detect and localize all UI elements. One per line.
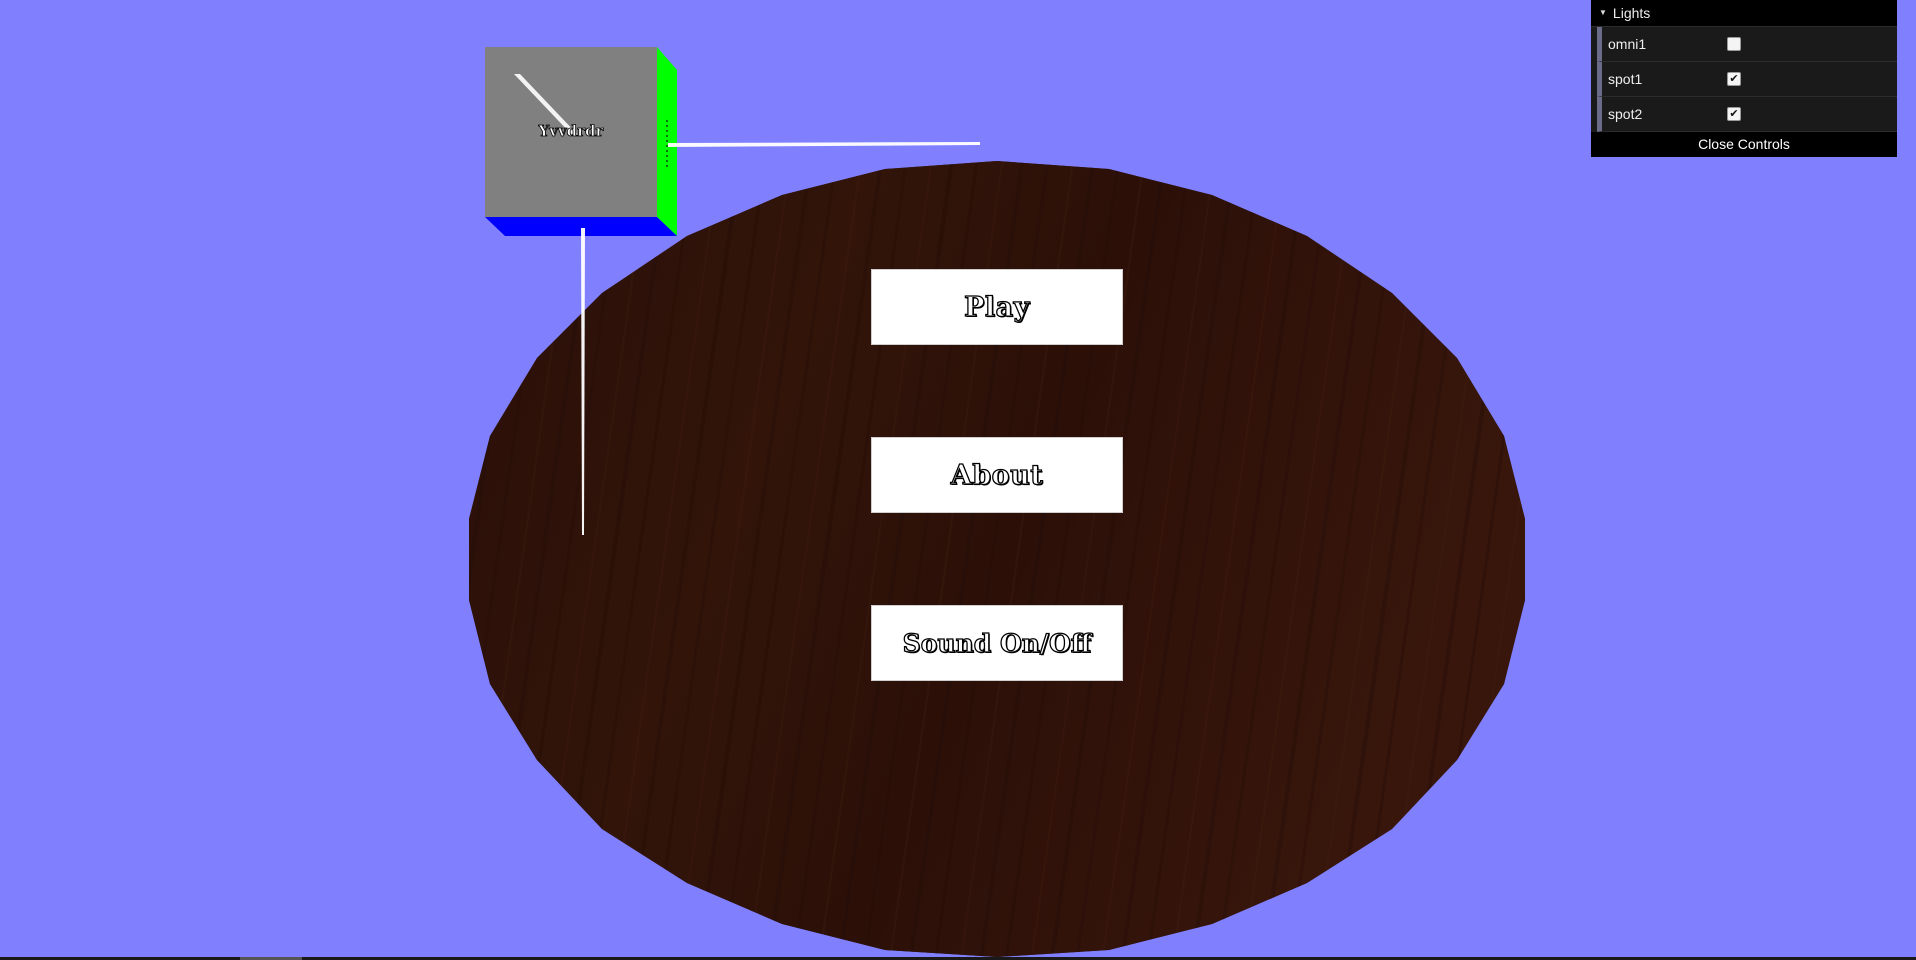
light-label: spot1: [1608, 71, 1643, 87]
sound-toggle-button[interactable]: Sound On/Off: [871, 605, 1123, 681]
gray-cube[interactable]: [485, 47, 677, 236]
sound-toggle-button-label: Sound On/Off: [902, 628, 1092, 658]
light-label: spot2: [1608, 106, 1643, 122]
play-button[interactable]: Play: [871, 269, 1123, 345]
cube-bottom-face: [485, 217, 677, 236]
light-row-spot2: spot2 ✔: [1597, 97, 1897, 132]
spot1-light-beam: [668, 142, 980, 147]
play-button-label: Play: [963, 291, 1030, 323]
spot1-checkbox[interactable]: ✔: [1727, 72, 1741, 86]
lights-folder-toggle[interactable]: ▼ Lights: [1591, 0, 1897, 27]
omni1-checkbox[interactable]: [1727, 37, 1741, 51]
light-row-omni1: omni1: [1597, 27, 1897, 62]
light-row-spot1: spot1 ✔: [1597, 62, 1897, 97]
spot2-checkbox[interactable]: ✔: [1727, 107, 1741, 121]
lights-folder-title: Lights: [1612, 5, 1651, 21]
about-button-label: About: [950, 459, 1044, 491]
triangle-down-icon: ▼: [1599, 8, 1607, 17]
cube-label: Yvvdrdr: [538, 122, 604, 141]
about-button[interactable]: About: [871, 437, 1123, 513]
close-controls-button[interactable]: Close Controls: [1591, 132, 1897, 157]
controls-panel: ▼ Lights omni1 spot1 ✔ spot2 ✔ Close Con…: [1591, 0, 1897, 157]
light-label: omni1: [1608, 36, 1647, 52]
